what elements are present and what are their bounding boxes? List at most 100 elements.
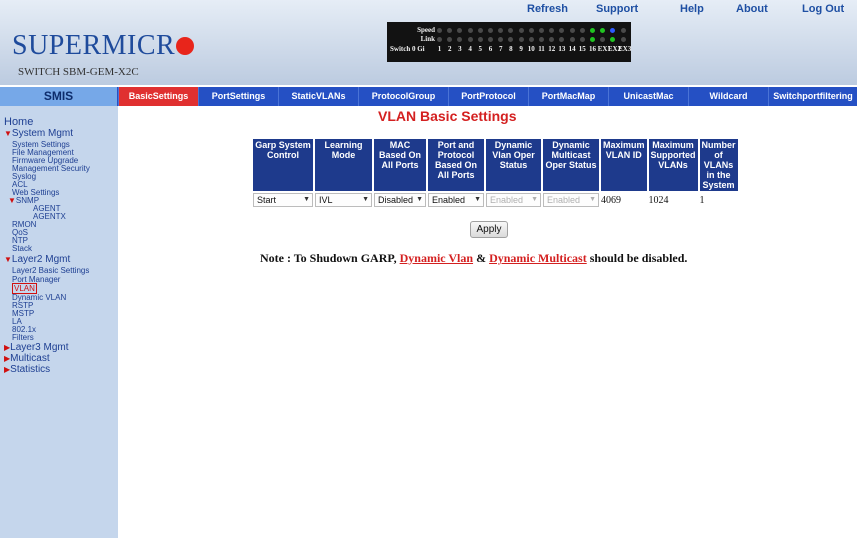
link-led xyxy=(447,37,453,42)
support-link[interactable]: Support xyxy=(596,3,638,15)
tab-protocol-group[interactable]: ProtocolGroup xyxy=(358,87,448,106)
column-header: Maximum Supported VLANs xyxy=(648,139,698,191)
tab-wildcard[interactable]: Wildcard xyxy=(688,87,768,106)
speed-led xyxy=(518,28,524,33)
supermicro-logo: SUPERMICR xyxy=(12,30,195,62)
expanded-arrow-icon: ▼ xyxy=(4,255,12,264)
tab-port-settings[interactable]: PortSettings xyxy=(198,87,278,106)
dynamic-multicast-link[interactable]: Dynamic Multicast xyxy=(489,251,587,265)
speed-led xyxy=(610,28,616,33)
speed-led xyxy=(467,28,473,33)
sidebar-item-filters[interactable]: Filters xyxy=(12,333,34,342)
port-number-label: 13 xyxy=(558,45,566,53)
chevron-down-icon: ▼ xyxy=(589,196,596,203)
table-header-row: Garp System Control Learning Mode MAC Ba… xyxy=(253,139,738,191)
chevron-down-icon: ▼ xyxy=(531,196,538,203)
port-number-label: 5 xyxy=(478,45,483,53)
dynamic-vlan-link[interactable]: Dynamic Vlan xyxy=(400,251,473,265)
switch-model: SWITCH SBM-GEM-X2C xyxy=(18,66,139,78)
port-number-label: 15 xyxy=(578,45,586,53)
learning-mode-select[interactable]: IVL ▼ xyxy=(315,193,372,207)
column-header: Dynamic Multicast Oper Status xyxy=(543,139,599,191)
tab-bar: SMIS BasicSettings PortSettings StaticVL… xyxy=(0,87,857,106)
apply-button[interactable]: Apply xyxy=(470,221,508,238)
tab-switchport-filtering[interactable]: Switchportfiltering xyxy=(768,87,857,106)
link-led xyxy=(508,37,514,42)
port-number-label: EX1 xyxy=(597,45,611,53)
port-number-label: EX3 xyxy=(618,45,632,53)
port-number-label: 8 xyxy=(509,45,513,53)
chevron-down-icon: ▼ xyxy=(362,196,369,203)
refresh-link[interactable]: Refresh xyxy=(527,3,568,15)
dynamic-multicast-oper-status-select: Enabled ▼ xyxy=(543,193,599,207)
port-number-label: 11 xyxy=(538,45,545,53)
sidebar-layer3-mgmt[interactable]: ▶Layer3 Mgmt xyxy=(4,342,69,353)
expanded-arrow-icon: ▼ xyxy=(8,196,16,205)
top-nav: Refresh Support Help About Log Out xyxy=(0,3,857,17)
tab-basic-settings[interactable]: BasicSettings xyxy=(118,87,198,106)
link-led xyxy=(620,37,626,42)
link-led xyxy=(590,37,595,42)
header: SUPERMICR SWITCH SBM-GEM-X2C Refresh Sup… xyxy=(0,0,857,85)
port-number-label: 7 xyxy=(498,45,503,53)
tab-unicast-mac[interactable]: UnicastMac xyxy=(608,87,688,106)
speed-led xyxy=(447,28,453,33)
link-row: Link xyxy=(387,35,631,45)
sidebar-multicast[interactable]: ▶Multicast xyxy=(4,353,50,364)
port-number-label: 14 xyxy=(568,45,576,53)
max-supported-vlans-value: 1024 xyxy=(648,193,698,207)
port-protocol-based-select[interactable]: Enabled ▼ xyxy=(428,193,484,207)
port-number-label: 4 xyxy=(468,45,472,53)
link-led xyxy=(437,37,442,42)
column-header: Dynamic Vlan Oper Status xyxy=(486,139,541,191)
speed-led xyxy=(569,28,575,33)
sidebar-home[interactable]: Home xyxy=(4,116,33,128)
logout-link[interactable]: Log Out xyxy=(802,3,844,15)
column-header: Learning Mode xyxy=(315,139,372,191)
column-header: Garp System Control xyxy=(253,139,313,191)
chevron-down-icon: ▼ xyxy=(474,196,481,203)
mac-based-select[interactable]: Disabled ▼ xyxy=(374,193,426,207)
column-header: Port and Protocol Based On All Ports xyxy=(428,139,484,191)
sidebar-layer2-mgmt[interactable]: ▼Layer2 Mgmt xyxy=(4,254,70,265)
sidebar: Home ▼System Mgmt System Settings File M… xyxy=(0,106,118,538)
tab-port-mac-map[interactable]: PortMacMap xyxy=(528,87,608,106)
port-number-label: 6 xyxy=(488,45,493,53)
link-led xyxy=(549,37,555,42)
sidebar-item-stack[interactable]: Stack xyxy=(12,244,32,253)
link-led xyxy=(498,37,504,42)
garp-system-control-select[interactable]: Start ▼ xyxy=(253,193,313,207)
speed-led xyxy=(590,28,595,33)
port-number-label: 3 xyxy=(458,45,462,53)
about-link[interactable]: About xyxy=(736,3,768,15)
help-link[interactable]: Help xyxy=(680,3,704,15)
column-header: Number of VLANs in the System xyxy=(699,139,738,191)
sidebar-statistics[interactable]: ▶Statistics xyxy=(4,364,50,375)
port-number-label: 1 xyxy=(437,45,442,53)
link-led xyxy=(477,37,483,42)
tab-static-vlans[interactable]: StaticVLANs xyxy=(278,87,358,106)
sidebar-item-agentx[interactable]: AGENTX xyxy=(33,212,66,221)
speed-led xyxy=(457,28,463,33)
chevron-down-icon: ▼ xyxy=(416,196,423,203)
link-led xyxy=(467,37,473,42)
max-vlan-id-value: 4069 xyxy=(601,193,647,207)
speed-led xyxy=(488,28,493,33)
chevron-down-icon: ▼ xyxy=(303,196,310,203)
link-led xyxy=(569,37,575,42)
speed-led xyxy=(549,28,555,33)
speed-led xyxy=(539,28,544,33)
port-status-panel: Speed Link Switch 0 Gi 1 2 3 4 5 6 7 8 9 10 11 12 13… xyxy=(387,22,631,62)
speed-led xyxy=(620,28,626,33)
port-number-row: Switch 0 Gi 1 2 3 4 5 6 7 8 9 10 11 12 13 14 15 16 EX1 EX… xyxy=(390,45,632,53)
port-number-label: 10 xyxy=(527,45,535,53)
link-led xyxy=(488,37,493,42)
speed-led xyxy=(508,28,514,33)
port-number-label: 9 xyxy=(519,45,523,53)
link-led xyxy=(457,37,463,42)
sidebar-system-mgmt[interactable]: ▼System Mgmt xyxy=(4,128,73,139)
link-led xyxy=(600,37,606,42)
link-led xyxy=(610,37,616,42)
tab-port-protocol[interactable]: PortProtocol xyxy=(448,87,528,106)
sidebar-item-layer2-basic-settings[interactable]: Layer2 Basic Settings xyxy=(12,266,89,275)
